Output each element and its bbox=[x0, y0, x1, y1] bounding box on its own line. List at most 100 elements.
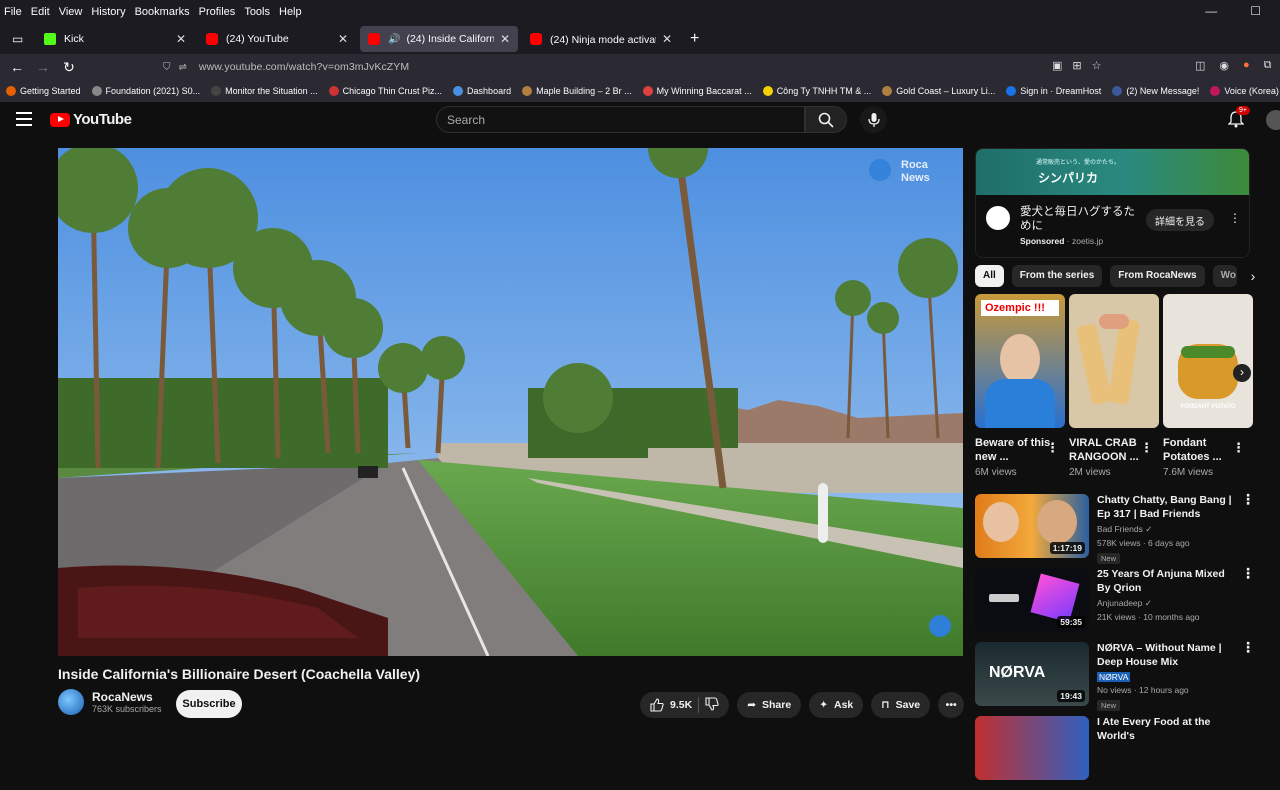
menu-view[interactable]: View bbox=[59, 6, 83, 18]
tab-kick[interactable]: Kick ✕ bbox=[36, 26, 194, 52]
chip-from-rocanews[interactable]: From RocaNews bbox=[1110, 265, 1205, 287]
url-text[interactable]: www.youtube.com/watch?v=om3mJvKcZYM bbox=[199, 61, 409, 73]
account-icon[interactable]: ◉ bbox=[1219, 59, 1229, 72]
short-more-icon[interactable]: ⋮ bbox=[1046, 440, 1059, 456]
chip-from-series[interactable]: From the series bbox=[1011, 265, 1103, 287]
menu-file[interactable]: File bbox=[4, 6, 22, 18]
bookmark-item[interactable]: My Winning Baccarat ... bbox=[642, 86, 752, 96]
short-thumbnail[interactable]: FONDANT POTATO › bbox=[1163, 294, 1253, 428]
menu-history[interactable]: History bbox=[91, 6, 125, 18]
video-thumbnail[interactable] bbox=[975, 716, 1089, 780]
video-title[interactable]: 25 Years Of Anjuna Mixed By Qrion bbox=[1097, 568, 1237, 595]
bookmark-item[interactable]: Foundation (2021) S0... bbox=[91, 86, 200, 96]
share-button[interactable]: ➦ Share bbox=[737, 692, 802, 718]
list-item[interactable]: I Ate Every Food at the World's bbox=[975, 716, 1255, 790]
menu-bookmarks[interactable]: Bookmarks bbox=[135, 6, 190, 18]
bookmark-item[interactable]: Getting Started bbox=[6, 86, 81, 96]
close-tab-icon[interactable]: ✕ bbox=[662, 32, 672, 46]
search-input[interactable]: Search bbox=[436, 106, 805, 133]
channel-name[interactable]: Bad Friends ✓ bbox=[1097, 524, 1237, 535]
reload-icon[interactable]: ↻ bbox=[56, 59, 82, 76]
chevron-right-icon[interactable]: › bbox=[1251, 268, 1256, 284]
menu-tools[interactable]: Tools bbox=[244, 6, 270, 18]
subscribe-button[interactable]: Subscribe bbox=[176, 690, 242, 718]
voice-search-button[interactable] bbox=[860, 106, 887, 133]
tab-current-video[interactable]: 🔊 (24) Inside California's Billio ✕ bbox=[360, 26, 518, 52]
bookmark-item[interactable]: Sign in · DreamHost bbox=[1006, 86, 1101, 96]
channel-info[interactable]: RocaNews 763K subscribers bbox=[58, 689, 162, 715]
more-vertical-icon[interactable]: ⋮ bbox=[1241, 566, 1255, 642]
video-player[interactable]: Roca News bbox=[58, 148, 963, 656]
sidebar-icon[interactable]: ◫ bbox=[1195, 59, 1205, 72]
menu-profiles[interactable]: Profiles bbox=[199, 6, 236, 18]
reader-view-icon[interactable]: ▣ bbox=[1052, 59, 1062, 72]
avatar[interactable] bbox=[1266, 110, 1280, 130]
video-thumbnail[interactable]: 59:35 bbox=[975, 568, 1089, 632]
bookmark-item[interactable]: Chicago Thin Crust Piz... bbox=[328, 86, 442, 96]
video-title[interactable]: I Ate Every Food at the World's bbox=[1097, 716, 1237, 743]
extension-icon[interactable]: ● bbox=[1243, 59, 1250, 72]
screenshot-icon[interactable]: ⊞ bbox=[1072, 59, 1081, 72]
video-title[interactable]: NØRVA – Without Name | Deep House Mix bbox=[1097, 642, 1237, 669]
bookmark-item[interactable]: Maple Building – 2 Br ... bbox=[522, 86, 632, 96]
bookmark-item[interactable]: Dashboard bbox=[453, 86, 511, 96]
address-bar[interactable]: ⛉ ⇌ www.youtube.com/watch?v=om3mJvKcZYM bbox=[155, 56, 1110, 78]
video-thumbnail[interactable]: NØRVA 19:43 bbox=[975, 642, 1089, 706]
dislike-button[interactable] bbox=[705, 696, 719, 714]
bookmark-item[interactable]: Công Ty TNHH TM & ... bbox=[762, 86, 871, 96]
video-title[interactable]: Chatty Chatty, Bang Bang | Ep 317 | Bad … bbox=[1097, 494, 1237, 521]
sponsored-ad[interactable]: 通常販売という、愛のかたち。 シンパリカ 愛犬と毎日ハグするために Sponso… bbox=[975, 148, 1250, 258]
channel-avatar[interactable] bbox=[58, 689, 84, 715]
shield-icon[interactable]: ⛉ bbox=[163, 62, 171, 73]
more-vertical-icon[interactable]: ⋮ bbox=[1241, 640, 1255, 716]
video-thumbnail[interactable]: 1:17:19 bbox=[975, 494, 1089, 558]
close-tab-icon[interactable]: ✕ bbox=[500, 32, 510, 46]
ad-title[interactable]: 愛犬と毎日ハグするために bbox=[1020, 205, 1140, 233]
list-item[interactable]: 1:17:19 Chatty Chatty, Bang Bang | Ep 31… bbox=[975, 492, 1255, 568]
new-tab-icon[interactable]: + bbox=[690, 30, 699, 48]
speaker-icon[interactable]: 🔊 bbox=[388, 34, 400, 45]
short-thumbnail[interactable] bbox=[1069, 294, 1159, 428]
bookmark-star-icon[interactable]: ☆ bbox=[1092, 59, 1102, 72]
short-more-icon[interactable]: ⋮ bbox=[1140, 440, 1153, 456]
channel-name[interactable]: NØRVA bbox=[1097, 672, 1237, 682]
chip-more[interactable]: Wo bbox=[1212, 265, 1237, 287]
close-tab-icon[interactable]: ✕ bbox=[176, 32, 186, 46]
channel-name[interactable]: Anjunadeep ✓ bbox=[1097, 598, 1237, 609]
minimize-icon[interactable]: — bbox=[1205, 4, 1217, 18]
tab-ninja-video[interactable]: (24) Ninja mode activated 😆🥷 ✕ bbox=[522, 26, 680, 52]
site-settings-icon[interactable]: ⇌ bbox=[179, 62, 187, 73]
ad-more-icon[interactable]: ⋮ bbox=[1229, 211, 1241, 225]
menu-help[interactable]: Help bbox=[279, 6, 302, 18]
ad-cta-button[interactable]: 詳細を見る bbox=[1146, 209, 1214, 231]
youtube-logo[interactable]: YouTube bbox=[50, 111, 132, 128]
short-more-icon[interactable]: ⋮ bbox=[1232, 440, 1245, 456]
tab-overview-button[interactable]: ▭ bbox=[4, 26, 32, 52]
save-button[interactable]: ⊓ Save bbox=[871, 692, 931, 718]
list-item[interactable]: 59:35 25 Years Of Anjuna Mixed By Qrion … bbox=[975, 566, 1255, 642]
short-thumbnail[interactable]: Ozempic !!! bbox=[975, 294, 1065, 428]
ad-banner[interactable]: 通常販売という、愛のかたち。 シンパリカ bbox=[976, 149, 1249, 195]
ask-button[interactable]: ✦ Ask bbox=[809, 692, 864, 718]
chevron-right-icon[interactable]: › bbox=[1233, 364, 1251, 382]
close-tab-icon[interactable]: ✕ bbox=[338, 32, 348, 46]
extensions-menu-icon[interactable]: ⧉ bbox=[1264, 59, 1272, 72]
chip-all[interactable]: All bbox=[975, 265, 1004, 287]
channel-name[interactable]: RocaNews bbox=[92, 690, 162, 704]
list-item[interactable]: NØRVA 19:43 NØRVA – Without Name | Deep … bbox=[975, 640, 1255, 716]
bookmark-item[interactable]: Voice (Korea) bbox=[1210, 86, 1279, 96]
bookmark-item[interactable]: Gold Coast – Luxury Li... bbox=[882, 86, 995, 96]
menu-hamburger-icon[interactable] bbox=[16, 112, 32, 126]
tab-youtube[interactable]: (24) YouTube ✕ bbox=[198, 26, 356, 52]
bookmark-item[interactable]: Monitor the Situation ... bbox=[211, 86, 318, 96]
like-button[interactable]: 9.5K bbox=[650, 698, 692, 712]
more-actions-button[interactable]: ••• bbox=[938, 692, 965, 718]
forward-icon[interactable]: → bbox=[30, 59, 56, 75]
bookmark-item[interactable]: (2) New Message! bbox=[1112, 86, 1199, 96]
back-icon[interactable]: ← bbox=[4, 59, 30, 75]
maximize-icon[interactable]: ☐ bbox=[1250, 4, 1261, 18]
menu-edit[interactable]: Edit bbox=[31, 6, 50, 18]
advertiser-logo[interactable] bbox=[986, 206, 1010, 230]
more-vertical-icon[interactable]: ⋮ bbox=[1241, 492, 1255, 568]
search-button[interactable] bbox=[805, 106, 847, 133]
